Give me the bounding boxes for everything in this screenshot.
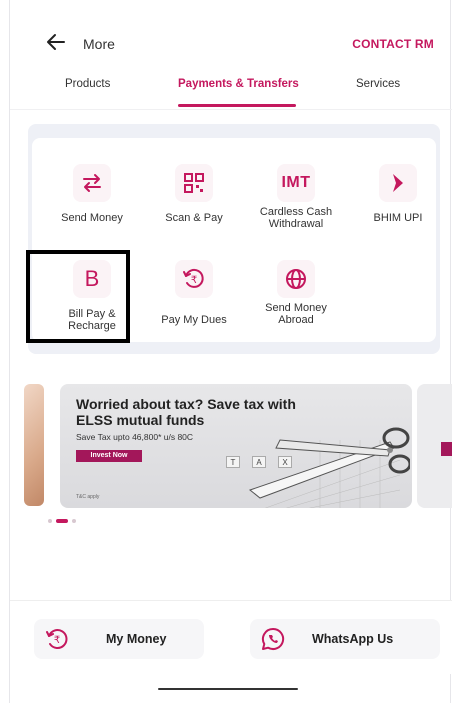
whatsapp-button[interactable]: WhatsApp Us <box>250 619 440 659</box>
service-label: Send Money Abroad <box>265 302 327 326</box>
service-cardless-cash[interactable]: IMT Cardless Cash Withdrawal <box>248 164 344 254</box>
tab-services[interactable]: Services <box>356 78 400 90</box>
carousel-dot-active <box>56 519 68 523</box>
banner-subtitle: Save Tax upto 46,800* u/s 80C <box>76 432 194 442</box>
service-pay-my-dues[interactable]: ₹ Pay My Dues <box>146 260 242 350</box>
my-money-button[interactable]: ₹ My Money <box>34 619 204 659</box>
service-bhim-upi[interactable]: BHIM UPI <box>350 164 446 254</box>
svg-text:₹: ₹ <box>191 275 197 286</box>
carousel-dot <box>48 519 52 523</box>
bottom-actions: ₹ My Money WhatsApp Us <box>10 600 452 674</box>
page-title: More <box>83 36 115 52</box>
next-banner[interactable] <box>417 384 452 508</box>
qr-code-icon <box>175 164 213 202</box>
elss-banner[interactable]: Worried about tax? Save tax with ELSS mu… <box>60 384 412 508</box>
whatsapp-icon <box>260 626 286 652</box>
whatsapp-label: WhatsApp Us <box>312 632 394 646</box>
service-send-money-abroad[interactable]: Send Money Abroad <box>248 260 344 350</box>
key-t: T <box>226 456 240 468</box>
next-banner-cta <box>441 442 452 456</box>
back-arrow-icon[interactable] <box>44 30 68 54</box>
app-screen: More CONTACT RM Products Payments & Tran… <box>9 0 452 703</box>
my-money-label: My Money <box>106 632 167 646</box>
service-scan-pay[interactable]: Scan & Pay <box>146 164 242 254</box>
my-money-icon: ₹ <box>44 626 70 652</box>
globe-icon <box>277 260 315 298</box>
carousel-indicator <box>48 518 88 524</box>
service-label: Pay My Dues <box>161 314 227 326</box>
invest-now-button[interactable]: Invest Now <box>76 450 142 462</box>
top-bar: More CONTACT RM <box>10 28 452 58</box>
bhim-upi-icon <box>379 164 417 202</box>
service-label: BHIM UPI <box>373 212 423 224</box>
selection-highlight <box>26 250 130 343</box>
tab-bar: Products Payments & Transfers Services <box>10 70 452 110</box>
tab-payments-transfers[interactable]: Payments & Transfers <box>178 78 299 90</box>
transfer-arrows-icon <box>73 164 111 202</box>
contact-rm-link[interactable]: CONTACT RM <box>352 37 434 51</box>
home-indicator <box>158 688 298 690</box>
svg-text:₹: ₹ <box>54 635 60 646</box>
service-label: Cardless Cash Withdrawal <box>259 206 333 230</box>
carousel-dot <box>72 519 76 523</box>
imt-icon: IMT <box>277 164 315 202</box>
previous-banner[interactable] <box>24 384 44 506</box>
scissors-illustration <box>248 427 410 508</box>
rupee-dues-icon: ₹ <box>175 260 213 298</box>
promo-carousel[interactable]: Worried about tax? Save tax with ELSS mu… <box>10 380 452 510</box>
tab-products[interactable]: Products <box>65 78 110 90</box>
active-tab-indicator <box>178 104 296 107</box>
banner-fineprint: T&C apply <box>76 494 100 500</box>
service-send-money[interactable]: Send Money <box>44 164 140 254</box>
service-label: Scan & Pay <box>165 212 223 224</box>
service-label: Send Money <box>61 212 123 224</box>
